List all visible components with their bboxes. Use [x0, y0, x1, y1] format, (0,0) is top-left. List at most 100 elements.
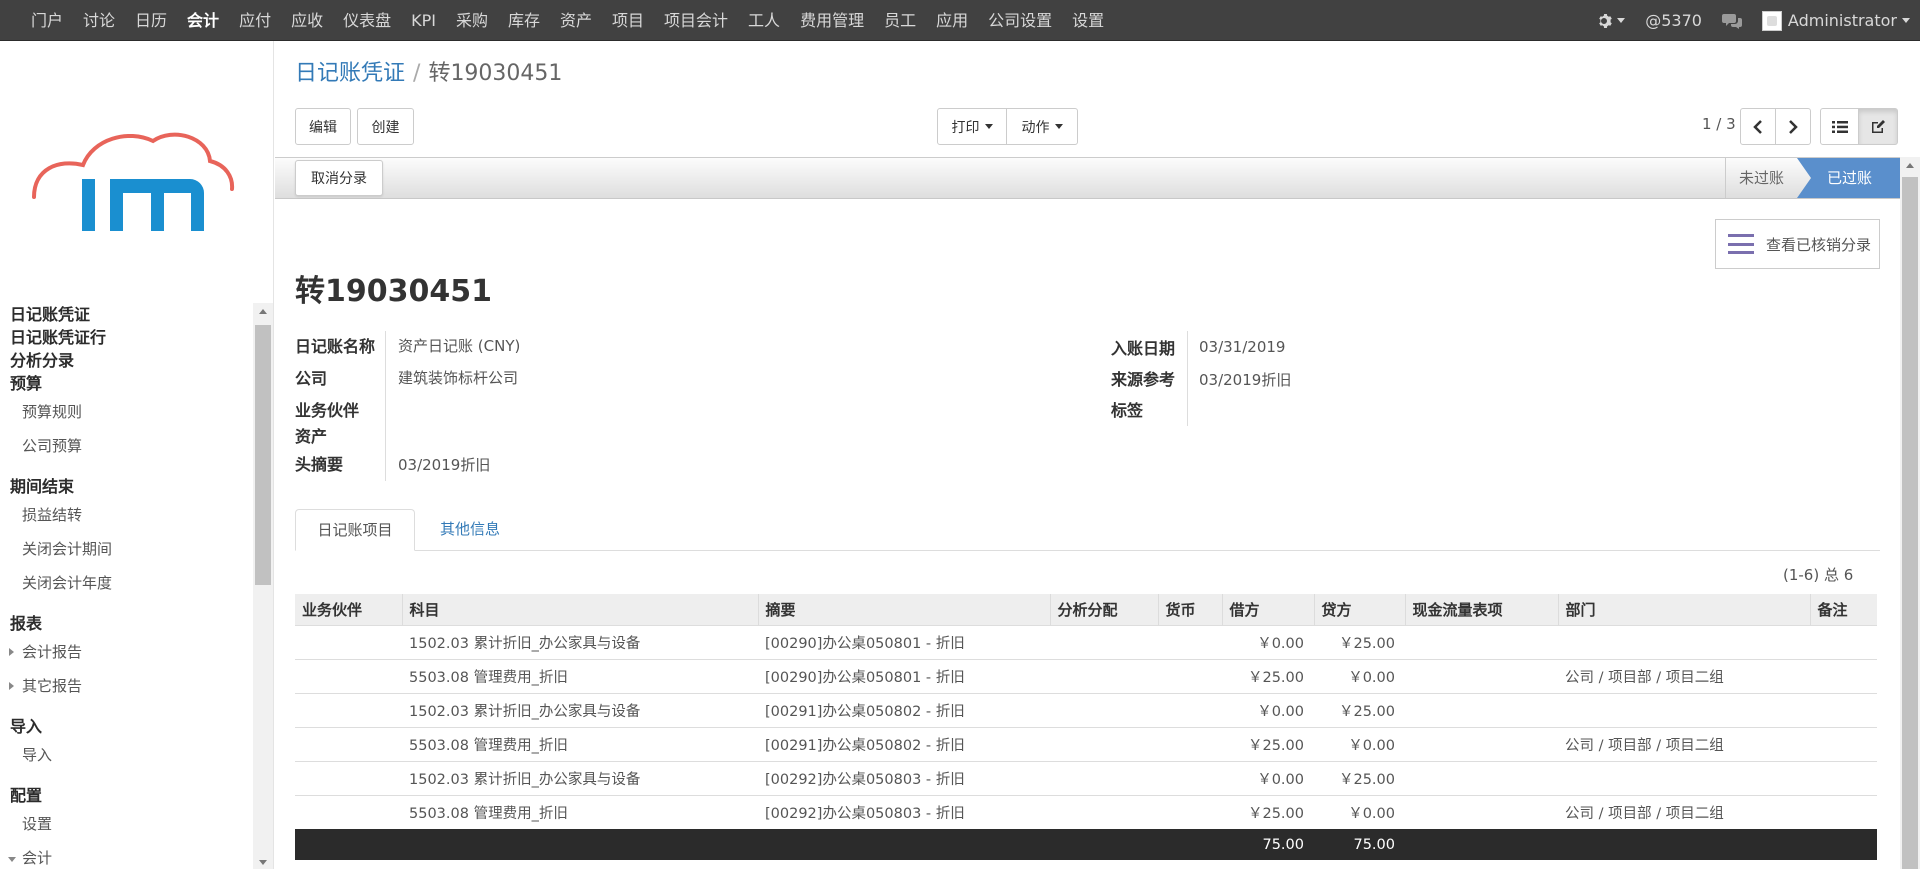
create-button[interactable]: 创建 — [357, 108, 414, 145]
chat-button[interactable] — [1712, 13, 1752, 29]
field-value-reference[interactable]: 03/2019折旧 — [1199, 369, 1291, 390]
sidebar-item[interactable]: 导入 — [0, 738, 252, 772]
status-posted[interactable]: 已过账 — [1797, 158, 1900, 198]
table-cell — [1158, 726, 1222, 761]
topnav-item[interactable]: 讨论 — [73, 0, 125, 41]
topnav-item[interactable]: 费用管理 — [790, 0, 874, 41]
topnav-item[interactable]: 资产 — [550, 0, 602, 41]
column-header[interactable]: 分析分配 — [1049, 594, 1158, 625]
topnav-item[interactable]: 应用 — [926, 0, 978, 41]
field-value-journal[interactable]: 资产日记账 (CNY) — [398, 335, 520, 356]
notification-counter[interactable]: @5370 — [1635, 11, 1712, 30]
column-header[interactable]: 业务伙伴 — [295, 594, 402, 625]
sidebar: 日记账凭证 日记账凭证行 分析分录 预算 预算规则 公司预算期间结束 损益结转 关闭会计期间关… — [0, 41, 274, 869]
navbar-right: @5370 Administrator — [1586, 0, 1920, 41]
table-cell: 5503.08 管理费用_折旧 — [402, 658, 758, 693]
breadcrumb-parent-link[interactable]: 日记账凭证 — [295, 61, 405, 86]
action-dropdown[interactable]: 动作 — [1006, 108, 1078, 145]
list-view-button[interactable] — [1820, 108, 1859, 145]
table-cell: [00292]办公桌050803 - 折旧 — [758, 794, 1050, 829]
form-view-button[interactable] — [1858, 108, 1898, 145]
view-reconciled-entries-button[interactable]: 查看已核销分录 — [1715, 219, 1880, 269]
table-cell — [295, 658, 402, 693]
column-header[interactable]: 借方 — [1221, 594, 1314, 625]
sidebar-section-header[interactable]: 导入 — [0, 715, 252, 738]
topnav-item[interactable]: 会计 — [177, 0, 229, 41]
sidebar-section-header[interactable]: 日记账凭证 — [0, 303, 252, 326]
column-header[interactable]: 贷方 — [1313, 594, 1405, 625]
topnav-item[interactable]: 门户 — [21, 0, 73, 41]
topnav-item[interactable]: 项目会计 — [654, 0, 738, 41]
sidebar-item[interactable]: 损益结转 — [0, 498, 252, 532]
sidebar-item[interactable]: 预算规则 — [0, 395, 252, 429]
table-row[interactable]: 1502.03 累计折旧_办公家具与设备 [00292]办公桌050803 - 折… — [295, 760, 1877, 795]
journal-items-table: 业务伙伴 科目 摘要 分析分配 货币 借方 贷方 现金流量表项 部门 备注 1502.03 累计折… — [295, 594, 1877, 860]
status-unposted[interactable]: 未过账 — [1725, 158, 1797, 198]
topnav-item[interactable]: KPI — [401, 0, 446, 41]
sidebar-section-header[interactable]: 日记账凭证行 — [0, 326, 252, 349]
breadcrumb-separator: / — [413, 61, 421, 86]
main-scrollbar[interactable] — [1900, 157, 1920, 869]
table-row[interactable]: 5503.08 管理费用_折旧 [00290]办公桌050801 - 折旧 ￥25.… — [295, 658, 1877, 693]
record-count: (1-6) 总 6 — [1783, 566, 1854, 584]
field-value-date[interactable]: 03/31/2019 — [1199, 338, 1285, 356]
topnav-item[interactable]: 库存 — [498, 0, 550, 41]
table-cell — [1050, 624, 1158, 659]
user-menu[interactable]: Administrator — [1752, 10, 1920, 31]
column-header[interactable]: 备注 — [1809, 594, 1877, 625]
action-label: 动作 — [1021, 119, 1050, 136]
avatar — [1761, 10, 1782, 31]
sidebar-section-header[interactable]: 预算 — [0, 372, 252, 395]
sidebar-item[interactable]: 会计报告 — [0, 635, 252, 669]
table-cell: [00291]办公桌050802 - 折旧 — [758, 692, 1050, 727]
table-cell — [1050, 658, 1158, 693]
column-header[interactable]: 货币 — [1157, 594, 1222, 625]
sidebar-item[interactable]: 公司预算 — [0, 429, 252, 463]
table-cell: 公司 / 项目部 / 项目二组 — [1558, 794, 1810, 829]
sidebar-item[interactable]: 设置 — [0, 807, 252, 841]
sidebar-scrollbar[interactable] — [253, 303, 273, 869]
topnav-item[interactable]: 公司设置 — [978, 0, 1062, 41]
sidebar-section-header[interactable]: 期间结束 — [0, 475, 252, 498]
unreconcile-button[interactable]: 取消分录 — [295, 160, 383, 196]
column-header[interactable]: 部门 — [1557, 594, 1810, 625]
main-content: 日记账凭证 / 转19030451 编辑 创建 打印 动作 1 / 3 取消分录 未… — [275, 41, 1920, 869]
table-row[interactable]: 5503.08 管理费用_折旧 [00292]办公桌050803 - 折旧 ￥25.… — [295, 794, 1877, 829]
sidebar-item[interactable]: 关闭会计年度 — [0, 566, 252, 600]
topnav-item[interactable]: 工人 — [738, 0, 790, 41]
table-row[interactable]: 1502.03 累计折旧_办公家具与设备 [00290]办公桌050801 - 折… — [295, 624, 1877, 659]
tab-other-info[interactable]: 其他信息 — [415, 509, 525, 551]
topnav-item[interactable]: 员工 — [874, 0, 926, 41]
topnav-item[interactable]: 日历 — [125, 0, 177, 41]
table-cell — [1158, 624, 1222, 659]
sidebar-section-header[interactable]: 配置 — [0, 784, 252, 807]
topnav-item[interactable]: 设置 — [1062, 0, 1114, 41]
pager-next-button[interactable] — [1775, 108, 1811, 145]
sidebar-item[interactable]: 会计 — [0, 841, 252, 869]
sidebar-section-header[interactable]: 分析分录 — [0, 349, 252, 372]
topnav-item[interactable]: 应收 — [281, 0, 333, 41]
column-header[interactable]: 摘要 — [757, 594, 1050, 625]
edit-button[interactable]: 编辑 — [295, 108, 351, 145]
tab-journal-items[interactable]: 日记账项目 — [295, 509, 415, 551]
topnav-item[interactable]: 项目 — [602, 0, 654, 41]
table-cell — [1405, 760, 1558, 795]
table-row[interactable]: 1502.03 累计折旧_办公家具与设备 [00291]办公桌050802 - 折… — [295, 692, 1877, 727]
topnav-item[interactable]: 应付 — [229, 0, 281, 41]
table-cell: 1502.03 累计折旧_办公家具与设备 — [402, 692, 758, 727]
column-header[interactable]: 现金流量表项 — [1404, 594, 1558, 625]
field-value-company[interactable]: 建筑装饰标杆公司 — [398, 367, 518, 388]
table-cell: 1502.03 累计折旧_办公家具与设备 — [402, 624, 758, 659]
column-header[interactable]: 科目 — [401, 594, 758, 625]
sidebar-item[interactable]: 其它报告 — [0, 669, 252, 703]
print-dropdown[interactable]: 打印 — [937, 108, 1007, 145]
settings-dropdown[interactable] — [1586, 13, 1635, 29]
sidebar-item[interactable]: 关闭会计期间 — [0, 532, 252, 566]
topnav-item[interactable]: 仪表盘 — [333, 0, 401, 41]
pager-previous-button[interactable] — [1740, 108, 1776, 145]
sidebar-section-header[interactable]: 报表 — [0, 612, 252, 635]
field-value-memo[interactable]: 03/2019折旧 — [398, 454, 490, 475]
table-row[interactable]: 5503.08 管理费用_折旧 [00291]办公桌050802 - 折旧 ￥25.… — [295, 726, 1877, 761]
topnav-item[interactable]: 采购 — [446, 0, 498, 41]
